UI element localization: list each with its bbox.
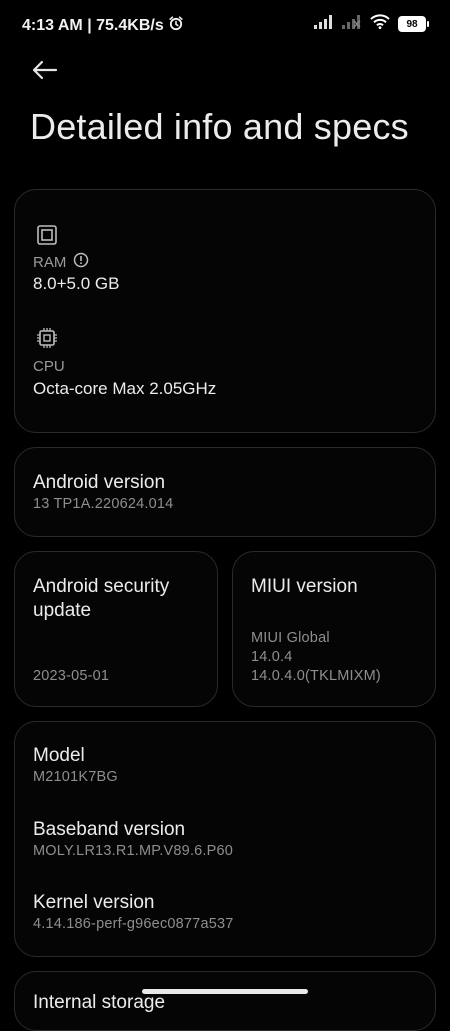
kernel-value: 4.14.186-perf-g96ec0877a537 bbox=[33, 916, 234, 932]
baseband-value: MOLY.LR13.R1.MP.V89.6.P60 bbox=[33, 843, 234, 859]
page-title: Detailed info and specs bbox=[30, 106, 409, 147]
device-info-card: Model M2101K7BG Baseband version MOLY.LR… bbox=[14, 721, 436, 957]
miui-version-title: MIUI version bbox=[251, 576, 358, 597]
alarm-clock-icon bbox=[168, 15, 184, 36]
miui-version-card[interactable]: MIUI version MIUI Global 14.0.4 14.0.4.0… bbox=[232, 551, 436, 707]
battery-indicator: 98 bbox=[398, 16, 429, 32]
status-right: 98 bbox=[314, 14, 429, 34]
status-bar: 4:13 AM | 75.4KB/s 98 bbox=[0, 0, 450, 48]
ram-label-row: RAM bbox=[33, 252, 89, 273]
internal-storage-card[interactable]: Internal storage bbox=[14, 971, 436, 1031]
android-version-title: Android version bbox=[33, 472, 166, 493]
specs-card: RAM 8.0+5.0 GB CPU Octa-core Max 2.05GHz bbox=[14, 189, 436, 433]
signal-icon bbox=[314, 14, 334, 34]
internal-storage-label: Internal storage bbox=[33, 992, 166, 1013]
wifi-icon bbox=[370, 14, 390, 34]
baseband-label: Baseband version bbox=[33, 819, 186, 840]
arrow-back-icon bbox=[32, 60, 58, 85]
android-version-value: 13 TP1A.220624.014 bbox=[33, 496, 174, 512]
android-version-card[interactable]: Android version 13 TP1A.220624.014 bbox=[14, 447, 436, 537]
miui-version-line2: 14.0.4 bbox=[251, 649, 293, 665]
signal-off-icon bbox=[342, 14, 362, 34]
security-update-title-line2: update bbox=[33, 600, 92, 621]
status-time-speed: 4:13 AM | 75.4KB/s bbox=[22, 16, 164, 34]
miui-version-line3: 14.0.4.0(TKLMIXM) bbox=[251, 668, 381, 684]
kernel-label: Kernel version bbox=[33, 892, 155, 913]
back-button[interactable] bbox=[28, 55, 62, 89]
memory-chip-icon bbox=[35, 223, 59, 252]
model-value: M2101K7BG bbox=[33, 769, 118, 785]
cpu-value: Octa-core Max 2.05GHz bbox=[33, 379, 217, 398]
cpu-chip-icon bbox=[35, 326, 59, 355]
security-update-title-line1: Android security bbox=[33, 576, 170, 597]
info-icon[interactable] bbox=[73, 252, 89, 273]
battery-level: 98 bbox=[406, 18, 418, 30]
security-update-value: 2023-05-01 bbox=[33, 668, 110, 684]
home-indicator[interactable] bbox=[142, 989, 308, 994]
status-left: 4:13 AM | 75.4KB/s bbox=[22, 15, 184, 36]
cpu-label: CPU bbox=[33, 358, 65, 375]
model-label: Model bbox=[33, 745, 85, 766]
ram-value: 8.0+5.0 GB bbox=[33, 274, 120, 293]
ram-label: RAM bbox=[33, 254, 67, 271]
miui-version-line1: MIUI Global bbox=[251, 630, 330, 646]
security-update-card[interactable]: Android security update 2023-05-01 bbox=[14, 551, 218, 707]
